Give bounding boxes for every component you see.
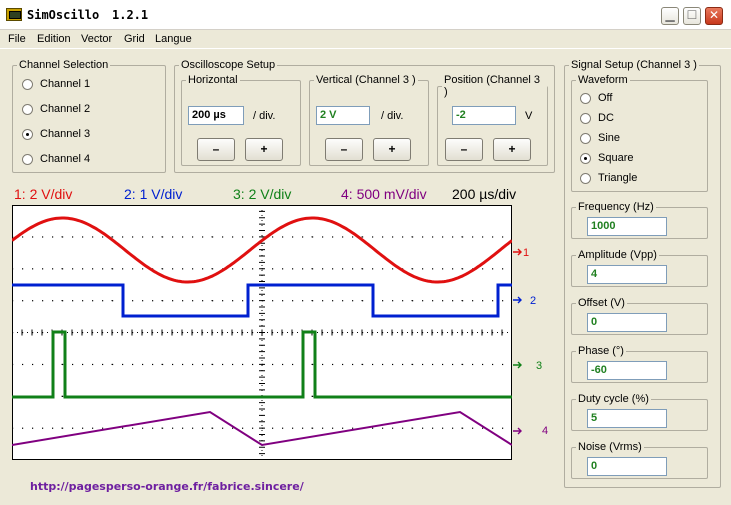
ch3-marker-arrow: [513, 361, 522, 369]
waveform-square-radio[interactable]: Square: [580, 152, 633, 164]
waveform-dc-label: DC: [598, 112, 614, 124]
ch2-scale-label: 2: 1 V/div: [124, 186, 183, 202]
scope-grid: [12, 205, 512, 460]
ch3-scale-label: 3: 2 V/div: [233, 186, 292, 202]
amplitude-input[interactable]: 4: [587, 265, 667, 284]
radio-indicator[interactable]: [580, 132, 591, 144]
window-title: SimOscillo: [27, 8, 100, 22]
radio-indicator[interactable]: [22, 128, 33, 140]
ch4-marker-arrow: [513, 427, 522, 435]
vertical-legend: Vertical (Channel 3 ): [316, 74, 416, 86]
oscilloscope-setup-legend: Oscilloscope Setup: [181, 59, 276, 71]
menu-edition[interactable]: Edition: [37, 33, 71, 45]
waveform-off-radio[interactable]: Off: [580, 92, 612, 104]
waveform-sine-radio[interactable]: Sine: [580, 132, 620, 144]
offset-input[interactable]: 0: [587, 313, 667, 332]
horizontal-scale-input[interactable]: 200 µs: [188, 106, 244, 125]
maximize-button[interactable]: ☐: [683, 7, 701, 25]
waveform-legend: Waveform: [578, 74, 628, 86]
ch1-marker-arrow: [513, 248, 522, 256]
waveform-square-label: Square: [598, 152, 634, 164]
channel-2-label: Channel 2: [40, 103, 91, 115]
channel-3-label: Channel 3: [40, 128, 91, 140]
waveform-off-label: Off: [598, 92, 613, 104]
frequency-legend: Frequency (Hz): [578, 201, 654, 213]
ch4-marker: 4: [542, 425, 549, 437]
signal-setup-legend: Signal Setup (Channel 3 ): [571, 59, 697, 71]
waveform-dc-radio[interactable]: DC: [580, 112, 614, 124]
position-input[interactable]: -2: [452, 106, 516, 125]
duty-cycle-input[interactable]: 5: [587, 409, 667, 428]
waveform-triangle-label: Triangle: [598, 172, 638, 184]
minimize-button[interactable]: ▁: [661, 7, 679, 25]
position-unit: V: [525, 110, 533, 122]
vertical-minus-button[interactable]: –: [325, 138, 363, 161]
oscilloscope-traces: [12, 205, 512, 460]
menu-bar: File Edition Vector Grid Langue: [0, 30, 731, 49]
waveform-sine-label: Sine: [598, 132, 621, 144]
duty-cycle-legend: Duty cycle (%): [578, 393, 649, 405]
channel-selection-legend: Channel Selection: [19, 59, 109, 71]
horizontal-plus-button[interactable]: +: [245, 138, 283, 161]
radio-indicator[interactable]: [580, 172, 591, 184]
radio-indicator[interactable]: [580, 92, 591, 104]
website-link[interactable]: http://pagesperso-orange.fr/fabrice.sinc…: [30, 480, 304, 493]
ch3-marker: 3: [536, 360, 543, 372]
menu-file[interactable]: File: [8, 33, 26, 45]
position-minus-button[interactable]: –: [445, 138, 483, 161]
ch4-scale-label: 4: 500 mV/div: [341, 186, 427, 202]
position-plus-button[interactable]: +: [493, 138, 531, 161]
phase-legend: Phase (°): [578, 345, 624, 357]
channel-1-radio[interactable]: Channel 1: [22, 78, 90, 90]
channel-1-label: Channel 1: [40, 78, 91, 90]
ch1-scale-label: 1: 2 V/div: [14, 186, 73, 202]
horizontal-unit: / div.: [253, 110, 276, 122]
radio-indicator[interactable]: [22, 78, 33, 90]
menu-vector[interactable]: Vector: [81, 33, 112, 45]
channel-3-radio[interactable]: Channel 3: [22, 128, 90, 140]
vertical-unit: / div.: [381, 110, 404, 122]
channel-2-radio[interactable]: Channel 2: [22, 103, 90, 115]
timebase-label: 200 µs/div: [452, 186, 517, 202]
phase-input[interactable]: -60: [587, 361, 667, 380]
close-button[interactable]: ✕: [705, 7, 723, 25]
menu-grid[interactable]: Grid: [124, 33, 145, 45]
noise-input[interactable]: 0: [587, 457, 667, 476]
ch2-marker-arrow: [513, 296, 522, 304]
horizontal-minus-button[interactable]: –: [197, 138, 235, 161]
channel-marker-arrows: [513, 248, 522, 435]
radio-indicator[interactable]: [22, 103, 33, 115]
waveform-triangle-radio[interactable]: Triangle: [580, 172, 637, 184]
channel-4-radio[interactable]: Channel 4: [22, 153, 90, 165]
offset-legend: Offset (V): [578, 297, 625, 309]
channel-4-label: Channel 4: [40, 153, 91, 165]
amplitude-legend: Amplitude (Vpp): [578, 249, 657, 261]
radio-indicator[interactable]: [580, 152, 591, 164]
menu-langue[interactable]: Langue: [155, 33, 192, 45]
vertical-plus-button[interactable]: +: [373, 138, 411, 161]
app-icon: [6, 8, 22, 21]
ch2-marker: 2: [530, 295, 537, 307]
radio-indicator[interactable]: [580, 112, 591, 124]
title-bar: SimOscillo 1.2.1 ▁ ☐ ✕: [0, 0, 731, 30]
position-legend: Position (Channel 3 ): [444, 74, 541, 98]
vertical-scale-input[interactable]: 2 V: [316, 106, 370, 125]
ch1-marker: 1: [523, 247, 530, 259]
window-version: 1.2.1: [112, 8, 149, 22]
horizontal-legend: Horizontal: [188, 74, 238, 86]
frequency-input[interactable]: 1000: [587, 217, 667, 236]
radio-indicator[interactable]: [22, 153, 33, 165]
noise-legend: Noise (Vrms): [578, 441, 642, 453]
